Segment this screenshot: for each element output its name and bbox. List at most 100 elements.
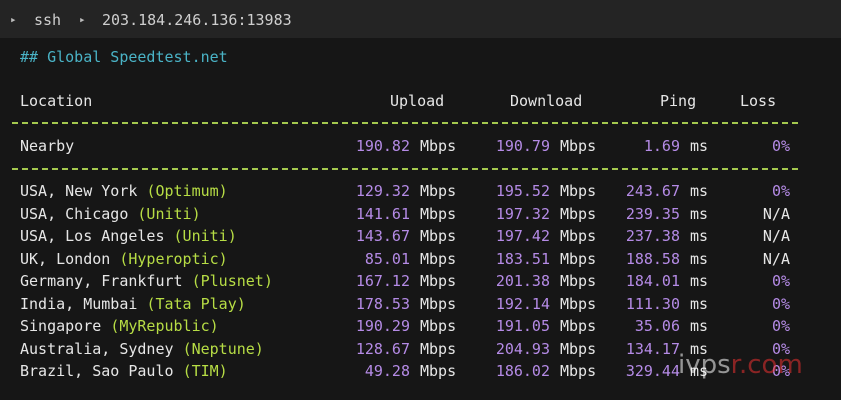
ssh-tab-label[interactable]: ssh: [34, 10, 61, 30]
upload-cell: 49.28: [364, 362, 410, 380]
isp-name: (MyRepublic): [110, 317, 219, 335]
separator-line: [12, 168, 798, 170]
upload-cell: 129.32: [355, 182, 410, 200]
download-cell: 186.02: [495, 362, 550, 380]
download-unit-cell: Mbps: [560, 204, 597, 223]
download-unit-cell: Mbps: [560, 317, 597, 335]
loss-cell: 0%: [771, 294, 790, 313]
location-cell: India, Mumbai (Tata Play): [20, 293, 246, 315]
location-cell: Australia, Sydney (Neptune): [20, 338, 264, 360]
ping-cell: 134.17: [625, 339, 680, 358]
separator-line: [12, 122, 798, 124]
isp-name: (Neptune): [182, 339, 264, 358]
column-header-ping: Ping: [660, 92, 697, 110]
upload-unit-cell: Mbps: [420, 294, 457, 313]
loss-cell: N/A: [762, 227, 790, 245]
tab-bar: ▸ ssh ▸ 203.184.246.136:13983: [0, 0, 841, 38]
loss-cell: N/A: [762, 249, 790, 268]
nearby-loss: 0%: [771, 137, 790, 155]
isp-name: (Uniti): [173, 227, 237, 245]
ping-cell: 184.01: [625, 272, 680, 290]
terminal-output[interactable]: ## Global Speedtest.net Location Upload …: [0, 38, 841, 400]
ping-cell: 35.06: [634, 317, 680, 335]
section-heading: ## Global Speedtest.net: [20, 48, 228, 66]
nearby-upload-unit: Mbps: [420, 137, 457, 155]
ping-unit-cell: ms: [690, 227, 709, 245]
location-cell: USA, New York (Optimum): [20, 180, 228, 202]
ping-unit-cell: ms: [690, 182, 709, 200]
download-cell: 195.52: [495, 182, 550, 200]
ping-cell: 329.44: [625, 362, 680, 380]
upload-cell: 85.01: [364, 249, 410, 268]
ping-cell: 188.58: [625, 249, 680, 268]
upload-cell: 190.29: [355, 317, 410, 335]
loss-cell: 0%: [771, 272, 790, 290]
download-cell: 201.38: [495, 272, 550, 290]
location-cell: Singapore (MyRepublic): [20, 315, 219, 337]
upload-unit-cell: Mbps: [420, 272, 457, 290]
location-cell: USA, Los Angeles (Uniti): [20, 225, 237, 247]
column-header-download: Download: [510, 92, 583, 110]
ping-unit-cell: ms: [690, 249, 709, 268]
loss-cell: 0%: [771, 317, 790, 335]
upload-cell: 167.12: [355, 272, 410, 290]
nearby-upload: 190.82: [355, 137, 410, 155]
location-cell: Germany, Frankfurt (Plusnet): [20, 270, 273, 292]
upload-unit-cell: Mbps: [420, 339, 457, 358]
ping-unit-cell: ms: [690, 272, 709, 290]
download-unit-cell: Mbps: [560, 272, 597, 290]
upload-cell: 143.67: [355, 227, 410, 245]
upload-unit-cell: Mbps: [420, 362, 457, 380]
download-unit-cell: Mbps: [560, 249, 597, 268]
upload-unit-cell: Mbps: [420, 249, 457, 268]
location-name: UK, London: [20, 249, 120, 268]
isp-name: (Plusnet): [191, 272, 273, 290]
ping-unit-cell: ms: [690, 294, 709, 313]
chevron-right-icon: ▸: [79, 13, 86, 26]
location-name: USA, Chicago: [20, 204, 138, 223]
nearby-ping: 1.69: [643, 137, 680, 155]
loss-cell: N/A: [762, 204, 790, 223]
location-name: USA, Los Angeles: [20, 227, 174, 245]
download-cell: 192.14: [495, 294, 550, 313]
upload-cell: 128.67: [355, 339, 410, 358]
ping-unit-cell: ms: [690, 204, 709, 223]
column-header-location: Location: [20, 92, 93, 110]
location-name: Singapore: [20, 317, 111, 335]
isp-name: (Uniti): [137, 204, 201, 223]
download-unit-cell: Mbps: [560, 339, 597, 358]
nearby-download-unit: Mbps: [560, 137, 597, 155]
upload-unit-cell: Mbps: [420, 204, 457, 223]
location-cell: USA, Chicago (Uniti): [20, 203, 201, 225]
download-cell: 191.05: [495, 317, 550, 335]
download-cell: 183.51: [495, 249, 550, 268]
column-header-loss: Loss: [740, 92, 777, 110]
upload-cell: 178.53: [355, 294, 410, 313]
download-cell: 197.42: [495, 227, 550, 245]
loss-cell: 0%: [771, 182, 790, 200]
ssh-host-label[interactable]: 203.184.246.136:13983: [102, 10, 292, 30]
ping-unit-cell: ms: [690, 317, 709, 335]
location-name: Australia, Sydney: [20, 339, 183, 358]
nearby-ping-unit: ms: [690, 137, 709, 155]
upload-cell: 141.61: [355, 204, 410, 223]
watermark-logo: ivpsr.com: [678, 350, 803, 380]
isp-name: (Optimum): [146, 182, 228, 200]
location-name: India, Mumbai: [20, 294, 147, 313]
download-unit-cell: Mbps: [560, 182, 597, 200]
upload-unit-cell: Mbps: [420, 317, 457, 335]
nearby-download: 190.79: [495, 137, 550, 155]
location-name: USA, New York: [20, 182, 147, 200]
isp-name: (Hyperoptic): [119, 249, 228, 268]
location-cell: Brazil, Sao Paulo (TIM): [20, 360, 228, 382]
ping-cell: 111.30: [625, 294, 680, 313]
download-cell: 204.93: [495, 339, 550, 358]
chevron-right-icon: ▸: [10, 13, 17, 26]
location-name: Brazil, Sao Paulo: [20, 362, 183, 380]
isp-name: (Tata Play): [146, 294, 246, 313]
nearby-location: Nearby: [20, 137, 75, 155]
download-cell: 197.32: [495, 204, 550, 223]
upload-unit-cell: Mbps: [420, 227, 457, 245]
download-unit-cell: Mbps: [560, 227, 597, 245]
download-unit-cell: Mbps: [560, 362, 597, 380]
